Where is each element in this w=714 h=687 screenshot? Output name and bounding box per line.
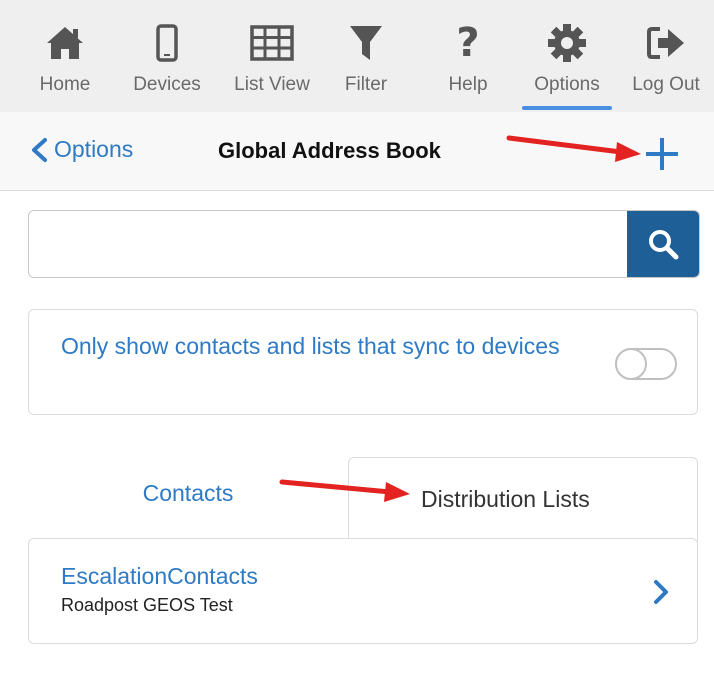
- sync-filter-toggle[interactable]: [615, 348, 677, 380]
- annotation-arrow-distribution: [279, 479, 410, 502]
- toggle-knob: [615, 348, 647, 380]
- nav-help[interactable]: ? Help: [438, 20, 498, 110]
- nav-help-label: Help: [448, 74, 488, 95]
- plus-icon: [646, 138, 678, 170]
- filter-icon: [343, 20, 389, 66]
- search-button[interactable]: [627, 211, 699, 277]
- page-title: Global Address Book: [218, 138, 441, 163]
- nav-log-out[interactable]: Log Out: [620, 20, 712, 110]
- list-item-subtitle: Roadpost GEOS Test: [61, 595, 233, 615]
- nav-filter-label: Filter: [344, 74, 388, 95]
- nav-options[interactable]: Options: [522, 20, 612, 110]
- home-icon: [42, 20, 88, 66]
- nav-log-out-label: Log Out: [632, 74, 700, 95]
- top-navigation-bar: Home Devices List View Filter ? Help Opt…: [0, 0, 714, 112]
- back-button[interactable]: Options: [30, 136, 133, 163]
- tab-contacts[interactable]: Contacts: [88, 480, 288, 507]
- search-bar: [28, 210, 700, 278]
- phone-icon: [144, 20, 190, 66]
- nav-list-view-label: List View: [234, 74, 310, 95]
- nav-devices-label: Devices: [133, 74, 201, 95]
- sync-filter-card: Only show contacts and lists that sync t…: [28, 309, 698, 415]
- search-input[interactable]: [29, 211, 625, 277]
- help-icon: ?: [456, 20, 480, 66]
- tab-distribution-lists-label: Distribution Lists: [421, 486, 590, 512]
- chevron-left-icon: [32, 137, 47, 162]
- chevron-right-icon: [654, 580, 668, 604]
- add-button[interactable]: [640, 132, 684, 176]
- back-button-label: Options: [54, 136, 134, 162]
- list-item[interactable]: EscalationContacts Roadpost GEOS Test: [28, 538, 698, 644]
- nav-filter[interactable]: Filter: [336, 20, 396, 110]
- nav-home[interactable]: Home: [30, 20, 100, 110]
- grid-icon: [249, 20, 295, 66]
- gear-icon: [544, 20, 590, 66]
- annotation-arrow-add: [506, 135, 641, 162]
- nav-list-view[interactable]: List View: [222, 20, 322, 110]
- nav-devices[interactable]: Devices: [122, 20, 212, 110]
- nav-home-label: Home: [39, 74, 91, 95]
- sync-filter-label: Only show contacts and lists that sync t…: [61, 333, 560, 359]
- search-icon: [649, 230, 679, 260]
- active-tab-indicator: [522, 106, 612, 110]
- logout-icon: [643, 20, 689, 66]
- nav-options-label: Options: [534, 74, 600, 95]
- list-item-title: EscalationContacts: [61, 563, 258, 589]
